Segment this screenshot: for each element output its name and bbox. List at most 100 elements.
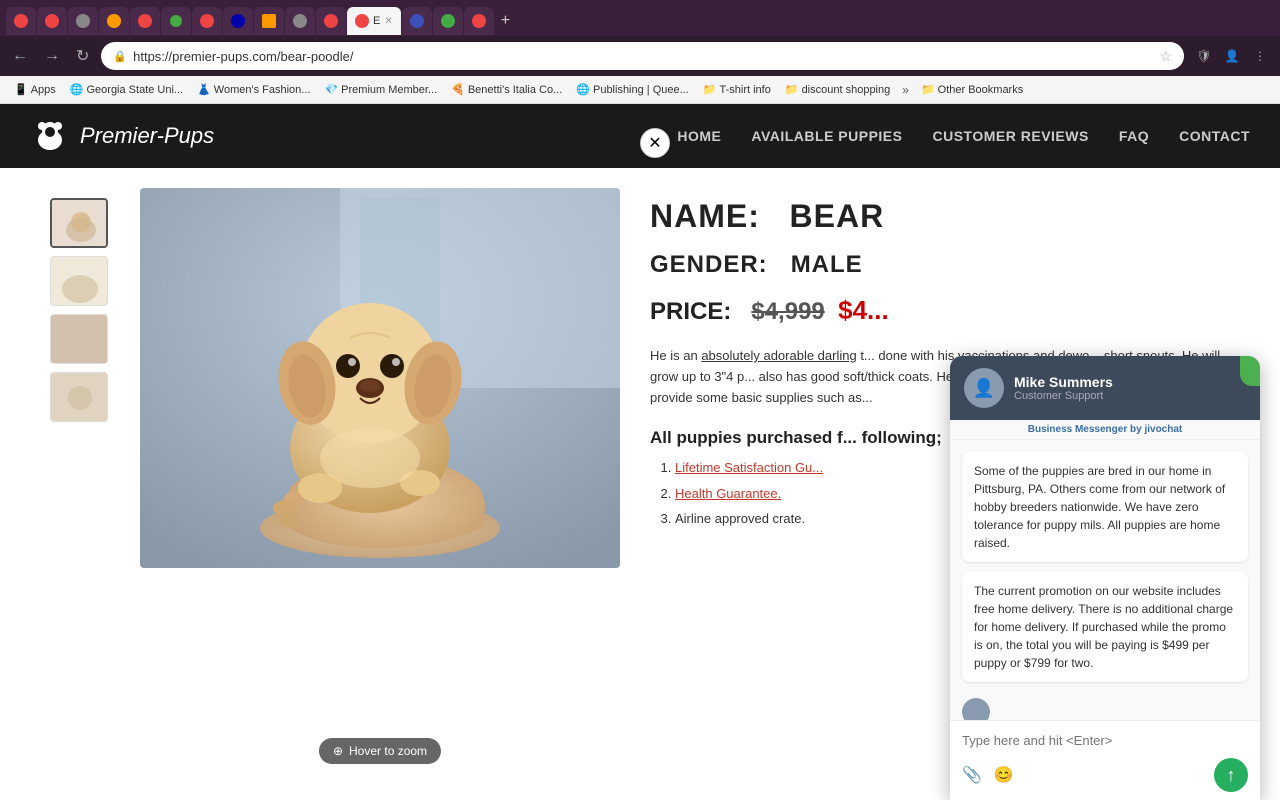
nav-faq[interactable]: FAQ <box>1119 128 1149 144</box>
emoji-icon[interactable]: 😊 <box>994 765 1014 785</box>
chat-actions: 📎 😊 ↑ <box>962 758 1248 792</box>
hover-to-zoom-button[interactable]: ⊕ Hover to zoom <box>319 738 441 764</box>
user-avatar-row <box>962 698 1248 720</box>
bookmark-tshirt[interactable]: 📁 T-shirt info <box>697 81 777 98</box>
user-avatar <box>962 698 990 720</box>
bookmark-georgia[interactable]: 🌐 Georgia State Uni... <box>64 81 189 98</box>
chat-send-button[interactable]: ↑ <box>1214 758 1248 792</box>
browser-tab[interactable] <box>254 7 284 35</box>
menu-button[interactable]: ⋮ <box>1248 44 1272 68</box>
thumbnail-1[interactable] <box>50 198 108 248</box>
thumb-img-4 <box>51 373 108 422</box>
gender-label: GENDER: <box>650 251 768 278</box>
extensions-button[interactable]: 🛡 <box>1192 44 1216 68</box>
chat-close-button[interactable]: ✕ <box>640 128 670 158</box>
chat-message-2: The current promotion on our website inc… <box>962 572 1248 682</box>
chat-input-area: 📎 😊 ↑ <box>950 720 1260 800</box>
thumbnail-3[interactable] <box>50 314 108 364</box>
name-value: BEAR <box>790 198 885 234</box>
attachment-icon[interactable]: 📎 <box>962 765 982 785</box>
bookmark-favicon: 💎 <box>324 83 338 96</box>
bookmark-favicon: 🌐 <box>576 83 590 96</box>
browser-tab[interactable] <box>99 7 129 35</box>
bookmark-benetti[interactable]: 🍕 Benetti's Italia Co... <box>445 81 568 98</box>
thumbnail-column <box>50 188 110 780</box>
agent-avatar: 👤 <box>964 368 1004 408</box>
bookmark-label: discount shopping <box>802 84 891 96</box>
site-logo[interactable]: Premier-Pups <box>30 116 214 156</box>
nav-home[interactable]: HOME <box>677 128 721 144</box>
forward-button[interactable]: → <box>40 45 64 67</box>
new-tab-button[interactable]: + <box>495 12 516 30</box>
browser-tab[interactable] <box>68 7 98 35</box>
reload-button[interactable]: ↻ <box>72 44 93 68</box>
nav-contact[interactable]: CONTACT <box>1179 128 1250 144</box>
folder-icon: 📁 <box>785 83 799 96</box>
bookmark-label: Benetti's Italia Co... <box>468 84 562 96</box>
chat-input[interactable] <box>962 729 1248 752</box>
original-price: $4,999 <box>751 298 824 325</box>
bookmark-star-icon[interactable]: ☆ <box>1159 48 1172 65</box>
bookmark-label: T-shirt info <box>720 84 771 96</box>
bookmark-label: Apps <box>31 84 56 96</box>
product-price: PRICE: $4,999 $4... <box>650 295 1230 326</box>
browser-tab[interactable] <box>192 7 222 35</box>
bookmarks-bar: 📱 Apps 🌐 Georgia State Uni... 👗 Women's … <box>0 76 1280 104</box>
bookmark-apps[interactable]: 📱 Apps <box>8 81 62 98</box>
bookmark-favicon: 🌐 <box>70 83 84 96</box>
browser-tab[interactable] <box>433 7 463 35</box>
browser-tab[interactable] <box>130 7 160 35</box>
product-gender: GENDER: MALE <box>650 251 1230 279</box>
zoom-label: Hover to zoom <box>349 744 427 758</box>
site-title: Premier-Pups <box>80 123 214 149</box>
bookmark-label: Premium Member... <box>341 84 437 96</box>
browser-actions: 🛡 👤 ⋮ <box>1192 44 1272 68</box>
bookmark-publishing[interactable]: 🌐 Publishing | Quee... <box>570 81 695 98</box>
bookmark-label: Georgia State Uni... <box>86 84 183 96</box>
sale-price: $4... <box>838 295 889 325</box>
chat-messages: Some of the puppies are bred in our home… <box>950 440 1260 720</box>
powered-brand: jivochat <box>1144 424 1182 435</box>
browser-tab[interactable] <box>6 7 36 35</box>
bookmark-premium[interactable]: 💎 Premium Member... <box>318 81 443 98</box>
name-label: NAME: <box>650 198 760 234</box>
bookmark-fashion[interactable]: 👗 Women's Fashion... <box>191 81 316 98</box>
puppy-svg <box>140 188 620 568</box>
bookmark-favicon: 👗 <box>197 83 211 96</box>
browser-tab[interactable] <box>402 7 432 35</box>
url-bar[interactable]: 🔒 https://premier-pups.com/bear-poodle/ … <box>101 42 1184 70</box>
address-bar: ← → ↻ 🔒 https://premier-pups.com/bear-po… <box>0 36 1280 76</box>
bookmark-other[interactable]: 📁 Other Bookmarks <box>915 81 1029 98</box>
bookmark-favicon: 🍕 <box>451 83 465 96</box>
security-icon: 🔒 <box>113 50 127 63</box>
tab-close-button[interactable]: ✕ <box>384 16 392 27</box>
thumbnail-4[interactable] <box>50 372 108 422</box>
browser-tab[interactable] <box>316 7 346 35</box>
browser-tab[interactable] <box>464 7 494 35</box>
browser-tab[interactable] <box>285 7 315 35</box>
powered-by-text: Business Messenger by <box>1028 424 1142 435</box>
nav-customer-reviews[interactable]: CUSTOMER REVIEWS <box>933 128 1089 144</box>
thumbnail-2[interactable] <box>50 256 108 306</box>
bookmark-label: Women's Fashion... <box>214 84 311 96</box>
message-text: Some of the puppies are bred in our home… <box>974 464 1225 550</box>
health-guarantee-link[interactable]: Health Guarantee. <box>675 486 781 501</box>
price-label: PRICE: <box>650 298 731 325</box>
nav-available-puppies[interactable]: AVAILABLE PUPPIES <box>751 128 902 144</box>
browser-tab[interactable] <box>223 7 253 35</box>
zoom-icon: ⊕ <box>333 744 343 758</box>
profile-button[interactable]: 👤 <box>1220 44 1244 68</box>
browser-tab[interactable] <box>161 7 191 35</box>
chat-message-1: Some of the puppies are bred in our home… <box>962 452 1248 562</box>
main-product-image <box>140 188 620 568</box>
url-text: https://premier-pups.com/bear-poodle/ <box>133 49 1153 64</box>
back-button[interactable]: ← <box>8 45 32 67</box>
browser-tab[interactable] <box>37 7 67 35</box>
browser-chrome: E ✕ + ← → ↻ 🔒 https://premier-pups.com/b… <box>0 0 1280 104</box>
bookmark-discount[interactable]: 📁 discount shopping <box>779 81 896 98</box>
agent-name: Mike Summers <box>1014 374 1246 390</box>
site-header: Premier-Pups HOME AVAILABLE PUPPIES CUST… <box>0 104 1280 168</box>
lifetime-guarantee-link[interactable]: Lifetime Satisfaction Gu... <box>675 460 823 475</box>
bookmarks-more-button[interactable]: » <box>898 81 913 99</box>
browser-tab-active[interactable]: E ✕ <box>347 7 401 35</box>
